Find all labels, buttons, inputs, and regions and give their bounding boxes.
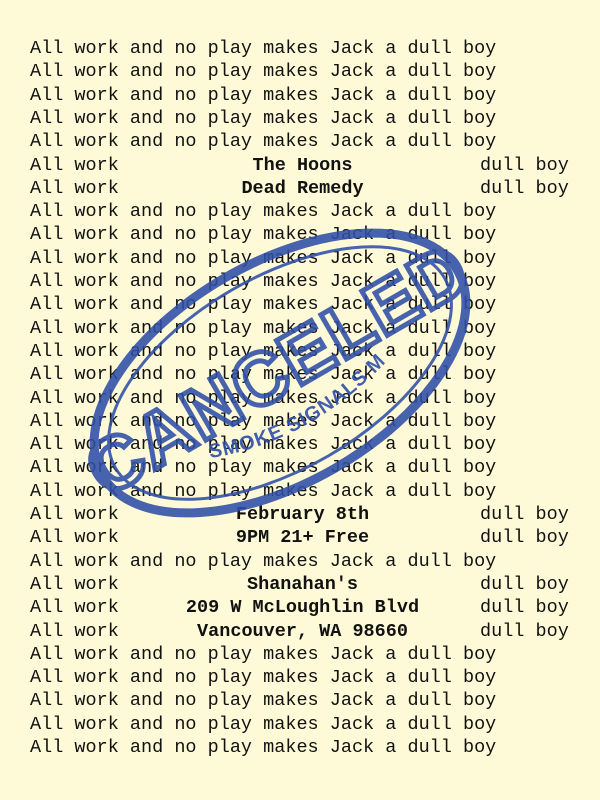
event-info-text: February 8th — [235, 504, 370, 525]
filler-text: All work and no play makes Jack a dull b… — [30, 643, 497, 665]
filler-right: dull boy — [480, 527, 569, 549]
filler-text: All work and no play makes Jack a dull b… — [30, 224, 497, 246]
filler-text: All work and no play makes Jack a dull b… — [30, 387, 497, 409]
filler-left: All work — [30, 597, 119, 619]
poster: All work and no play makes Jack a dull b… — [0, 0, 600, 800]
filler-text: All work and no play makes Jack a dull b… — [30, 737, 497, 758]
filler-right: dull boy — [480, 597, 569, 619]
event-info-text: Dead Remedy — [241, 177, 364, 199]
filler-left: All work — [30, 573, 119, 595]
filler-text: All work and no play makes Jack a dull b… — [30, 480, 497, 502]
event-info-text: Vancouver, WA 98660 — [197, 620, 408, 642]
filler-left: All work — [30, 177, 119, 199]
filler-left: All work — [30, 154, 119, 176]
filler-text: All work and no play makes Jack a dull b… — [30, 247, 497, 269]
filler-text: All work and no play makes Jack a dull b… — [30, 434, 497, 456]
event-info-text: 209 W McLoughlin Blvd — [185, 597, 420, 619]
filler-text: All work and no play makes Jack a dull b… — [30, 271, 497, 292]
filler-text: All work and no play makes Jack a dull b… — [30, 201, 497, 223]
filler-text: All work and no play makes Jack a dull b… — [30, 61, 497, 83]
filler-text: All work and no play makes Jack a dull b… — [30, 107, 497, 129]
filler-text: All work and no play makes Jack a dull b… — [30, 690, 497, 712]
filler-text: All work and no play makes Jack a dull b… — [30, 550, 497, 572]
filler-text: All work and no play makes Jack a dull b… — [30, 457, 497, 479]
filler-left: All work — [30, 527, 119, 549]
filler-left: All work — [30, 620, 119, 642]
event-info-text: Shanahan's — [246, 573, 359, 595]
filler-text: All work and no play makes Jack a dull b… — [30, 131, 497, 153]
filler-text: All work and no play makes Jack a dull b… — [30, 410, 497, 432]
filler-right: dull boy — [480, 177, 569, 199]
event-info-text: 9PM 21+ Free — [235, 527, 370, 549]
filler-text: All work and no play makes Jack a dull b… — [30, 84, 497, 106]
filler-text: All work and no play makes Jack a dull b… — [30, 38, 497, 59]
filler-text: All work and no play makes Jack a dull b… — [30, 340, 497, 362]
filler-left: All work — [30, 504, 119, 525]
filler-text: All work and no play makes Jack a dull b… — [30, 294, 497, 316]
filler-right: dull boy — [480, 504, 569, 525]
filler-text: All work and no play makes Jack a dull b… — [30, 667, 497, 689]
filler-text: All work and no play makes Jack a dull b… — [30, 364, 497, 386]
filler-right: dull boy — [480, 154, 569, 176]
filler-text: All work and no play makes Jack a dull b… — [30, 713, 497, 735]
filler-right: dull boy — [480, 573, 569, 595]
filler-text: All work and no play makes Jack a dull b… — [30, 317, 497, 339]
filler-right: dull boy — [480, 620, 569, 642]
event-info-text: The Hoons — [252, 154, 353, 176]
